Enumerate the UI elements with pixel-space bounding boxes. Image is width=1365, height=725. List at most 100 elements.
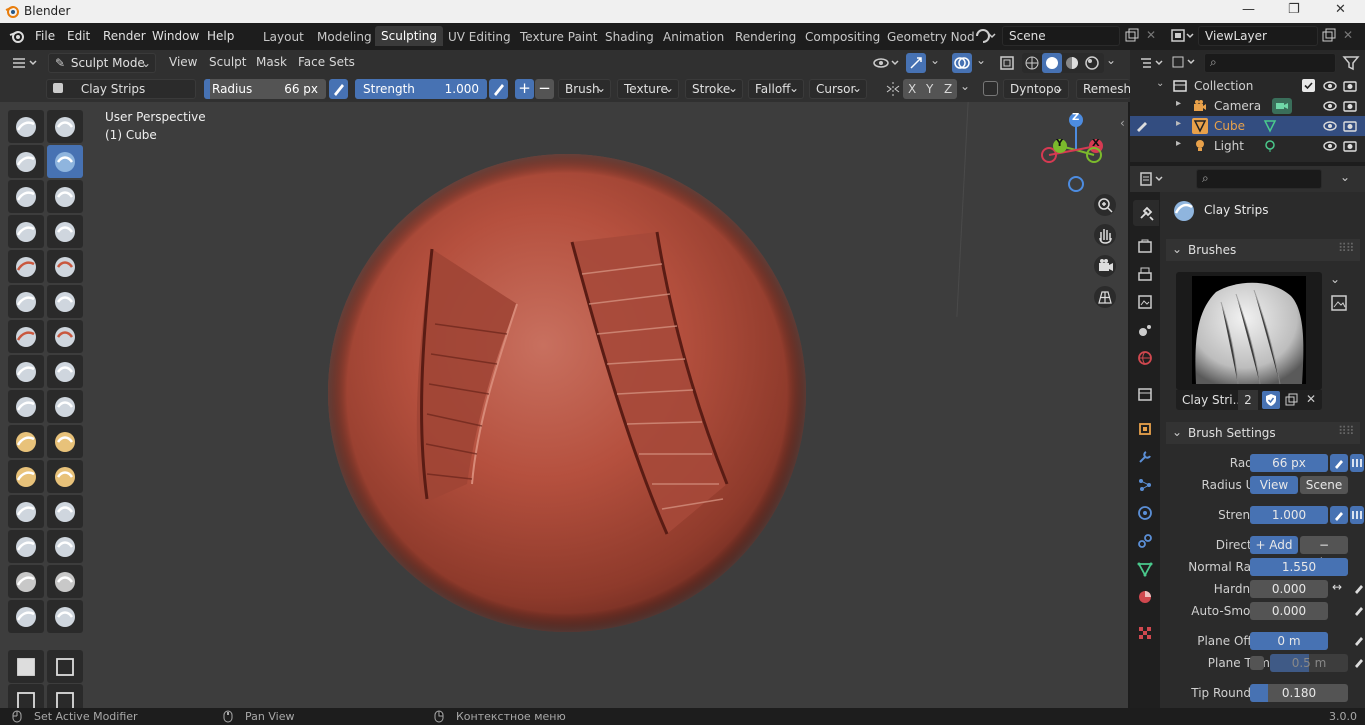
hardness-invert-icon[interactable]: ↔	[1332, 580, 1342, 594]
properties-search-input[interactable]: ⌕	[1196, 169, 1322, 189]
layer-brush-icon[interactable]	[47, 180, 83, 213]
strength-field[interactable]: 1.000	[1250, 506, 1328, 524]
tab-modifiers-icon[interactable]	[1136, 448, 1154, 466]
strength-pressure-icon[interactable]	[489, 79, 508, 99]
eye-icon[interactable]	[1322, 138, 1338, 154]
render-camera-icon[interactable]	[1342, 98, 1358, 114]
eye-icon[interactable]	[1322, 98, 1338, 114]
menu-sculpt[interactable]: Sculpt	[209, 55, 246, 69]
outliner-row-collection[interactable]: ⌄ Collection	[1130, 76, 1365, 96]
tab-animation[interactable]: Animation	[663, 30, 724, 44]
radius-unit-option-1[interactable]: View	[1250, 476, 1298, 494]
plane-trim-field[interactable]: 0.5 m	[1270, 654, 1348, 672]
direction-option-1[interactable]: + Add	[1250, 536, 1298, 554]
radius-unit-option-2[interactable]: Scene	[1300, 476, 1348, 494]
tab-sculpting[interactable]: Sculpting	[375, 26, 444, 46]
symmetry-dropdown-icon[interactable]: ⌄	[960, 79, 970, 93]
boundary-brush-icon[interactable]	[47, 495, 83, 528]
xray-icon[interactable]	[998, 54, 1016, 72]
brush-preview[interactable]	[1176, 272, 1322, 390]
box-hide-icon[interactable]	[47, 650, 83, 683]
expand-toggle-icon[interactable]: ⌄	[1156, 78, 1164, 89]
properties-editor-icon[interactable]	[1138, 170, 1166, 188]
mask-brush-icon[interactable]	[8, 565, 44, 598]
simplify-brush-icon[interactable]	[47, 530, 83, 563]
symmetry-icon[interactable]	[884, 80, 902, 98]
gizmo-toggle-icon[interactable]	[906, 53, 926, 73]
clay-thumb-brush-icon[interactable]	[8, 180, 44, 213]
menu-mask[interactable]: Mask	[256, 55, 287, 69]
tab-render-icon[interactable]	[1136, 237, 1154, 255]
direction-option-2[interactable]: − Subt...	[1300, 536, 1348, 570]
light-data-icon[interactable]	[1262, 138, 1278, 154]
symmetry-z-toggle[interactable]: Z	[944, 82, 952, 96]
editor-type-icon[interactable]	[10, 54, 40, 72]
cursor-dropdown[interactable]: Cursor ⌄	[809, 79, 867, 99]
radius-curve-icon[interactable]	[1350, 454, 1364, 472]
render-camera-icon[interactable]	[1342, 118, 1358, 134]
scene-name-field[interactable]: Scene	[1002, 26, 1120, 46]
delete-view-layer-icon[interactable]: ✕	[1343, 28, 1353, 42]
radius-field[interactable]: 66 px	[1250, 454, 1328, 472]
radius-pressure-icon[interactable]	[329, 79, 348, 99]
camera-view-icon[interactable]	[1094, 255, 1116, 277]
pose-brush-icon[interactable]	[47, 425, 83, 458]
blender-menu-icon[interactable]	[9, 28, 25, 44]
tab-rendering[interactable]: Rendering	[735, 30, 796, 44]
radius-pressure-icon[interactable]	[1330, 454, 1348, 472]
radius-slider[interactable]: Radius 66 px	[204, 79, 326, 99]
tab-world-icon[interactable]	[1136, 349, 1154, 367]
menu-window[interactable]: Window	[152, 29, 199, 43]
plane-trim-pressure-icon[interactable]	[1352, 655, 1365, 669]
brush-settings-panel-header[interactable]: ⌄ Brush Settings ⠿⠿	[1166, 422, 1360, 444]
draw-face-sets-brush-icon[interactable]	[47, 565, 83, 598]
symmetry-x-toggle[interactable]: X	[908, 82, 916, 96]
auto-smooth-field[interactable]: 0.000	[1250, 602, 1328, 620]
brush-slot-name[interactable]: Clay Stri...	[1182, 393, 1244, 407]
grab-brush-icon[interactable]	[47, 355, 83, 388]
duplicate-brush-icon[interactable]	[1284, 392, 1300, 408]
scene-selector-icon[interactable]	[974, 27, 996, 45]
sidebar-toggle-icon[interactable]: ‹	[1120, 116, 1125, 130]
elastic-deform-brush-icon[interactable]	[8, 390, 44, 423]
collection-exclude-checkbox[interactable]	[1302, 79, 1315, 92]
dyntopo-dropdown[interactable]: Dyntopo ⌄	[1003, 79, 1069, 99]
tab-object-icon[interactable]	[1136, 420, 1154, 438]
hardness-pressure-icon[interactable]	[1352, 581, 1365, 595]
multiplane-scrape-brush-icon[interactable]	[47, 320, 83, 353]
mesh-data-icon[interactable]	[1262, 118, 1278, 134]
plane-offset-field[interactable]: 0 m	[1250, 632, 1328, 650]
flatten-brush-icon[interactable]	[8, 285, 44, 318]
expand-toggle-icon[interactable]: ▸	[1176, 138, 1181, 149]
view-layer-icon[interactable]	[1170, 27, 1196, 45]
normal-radius-field[interactable]: 1.550	[1250, 558, 1348, 576]
falloff-dropdown[interactable]: Falloff ⌄	[748, 79, 804, 99]
unlink-brush-icon[interactable]: ✕	[1306, 392, 1316, 406]
menu-help[interactable]: Help	[207, 29, 234, 43]
fill-brush-icon[interactable]	[47, 285, 83, 318]
wireframe-shading-icon[interactable]	[1024, 55, 1040, 71]
cloth-brush-icon[interactable]	[8, 530, 44, 563]
tab-constraints-icon[interactable]	[1136, 532, 1154, 550]
overlays-dropdown-icon[interactable]: ⌄	[976, 53, 986, 67]
filter-icon[interactable]	[1342, 54, 1360, 72]
camera-data-icon[interactable]	[1272, 98, 1292, 114]
brush-dropdown[interactable]: Brush ⌄	[558, 79, 611, 99]
strength-curve-icon[interactable]	[1350, 506, 1364, 524]
hardness-field[interactable]: 0.000	[1250, 580, 1328, 598]
outliner-editor-icon[interactable]	[1138, 54, 1166, 72]
render-camera-icon[interactable]	[1342, 138, 1358, 154]
tab-compositing[interactable]: Compositing	[805, 30, 880, 44]
perspective-toggle-icon[interactable]	[1094, 286, 1116, 308]
menu-edit[interactable]: Edit	[67, 29, 90, 43]
delete-scene-icon[interactable]: ✕	[1146, 28, 1156, 42]
brush-image-icon[interactable]	[1330, 294, 1348, 312]
clay-strips-brush-icon[interactable]	[47, 145, 83, 178]
fake-user-shield-icon[interactable]	[1262, 391, 1280, 409]
plane-offset-pressure-icon[interactable]	[1352, 633, 1365, 647]
tip-roundness-field[interactable]: 0.180	[1250, 684, 1348, 702]
crease-brush-icon[interactable]	[8, 250, 44, 283]
close-button[interactable]: ✕	[1335, 2, 1346, 17]
texture-dropdown[interactable]: Texture ⌄	[617, 79, 679, 99]
new-view-layer-icon[interactable]	[1320, 27, 1338, 45]
